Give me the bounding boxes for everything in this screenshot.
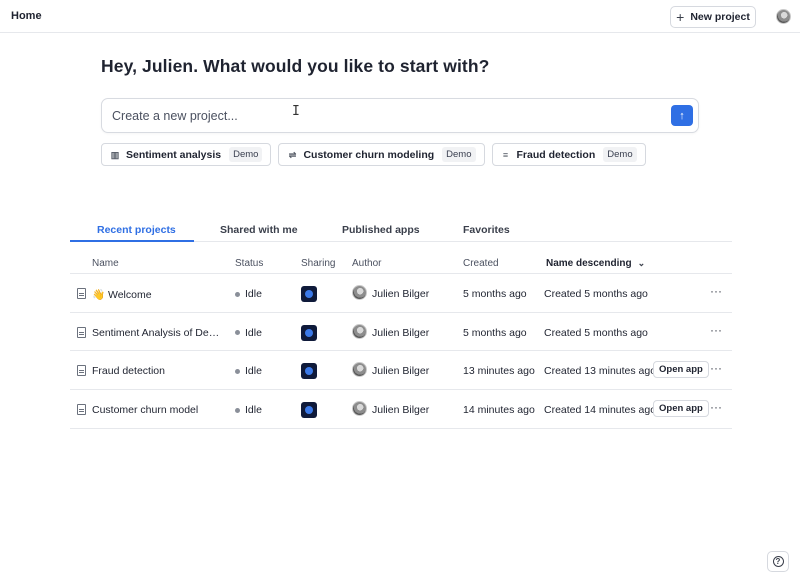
author-name: Julien Bilger	[372, 404, 430, 417]
chip-sentiment-analysis[interactable]: ▥ Sentiment analysis Demo	[101, 143, 272, 166]
demo-badge: Demo	[442, 147, 476, 162]
demo-badge: Demo	[229, 147, 263, 162]
sort-label: Name descending	[546, 258, 632, 269]
column-created[interactable]: Created	[463, 258, 499, 269]
table-row[interactable]: Fraud detection Idle Julien Bilger 13 mi…	[70, 351, 732, 391]
more-options-icon[interactable]: ···	[710, 400, 722, 414]
author-name: Julien Bilger	[372, 365, 430, 378]
created-time: 5 months ago	[463, 326, 527, 339]
open-app-button[interactable]: Open app	[653, 361, 709, 379]
sharing-icon[interactable]	[301, 402, 317, 419]
project-name[interactable]: Sentiment Analysis of Deepn...	[92, 327, 222, 339]
user-avatar[interactable]	[776, 9, 791, 24]
column-author[interactable]: Author	[352, 258, 381, 269]
sort-value: Created 13 minutes ago	[544, 365, 657, 378]
sharing-icon[interactable]	[301, 363, 317, 380]
table-row[interactable]: 👋 Welcome Idle Julien Bilger 5 months ag…	[70, 274, 732, 313]
chip-label: Fraud detection	[516, 148, 596, 161]
project-tabs: Recent projects Shared with me Published…	[70, 220, 732, 242]
database-icon: ≡	[502, 149, 509, 160]
active-tab-indicator	[70, 240, 194, 242]
status-label: Idle	[245, 288, 262, 300]
more-options-icon[interactable]: ···	[710, 361, 722, 375]
sort-value: Created 5 months ago	[544, 326, 648, 339]
help-icon: ?	[772, 556, 784, 567]
status-cell: Idle	[235, 365, 262, 377]
author-avatar	[352, 401, 367, 417]
status-cell: Idle	[235, 404, 262, 416]
arrow-up-icon: ↑	[679, 109, 685, 122]
more-options-icon[interactable]: ···	[710, 323, 722, 337]
status-cell: Idle	[235, 327, 262, 339]
open-app-button[interactable]: Open app	[653, 400, 709, 418]
project-name[interactable]: Customer churn model	[92, 404, 198, 416]
created-time: 14 minutes ago	[463, 404, 535, 417]
project-name[interactable]: Fraud detection	[92, 365, 165, 377]
status-dot	[235, 407, 240, 413]
projects-table: Name Status Sharing Author Created Name …	[70, 252, 732, 429]
document-icon	[77, 326, 86, 338]
sharing-icon[interactable]	[301, 324, 317, 341]
author-avatar	[352, 362, 367, 378]
status-cell: Idle	[235, 288, 262, 300]
flow-icon: ⇌	[288, 149, 297, 160]
status-label: Idle	[245, 365, 262, 378]
text-cursor-icon: I	[292, 104, 300, 119]
author-avatar	[352, 323, 367, 339]
new-project-label: New project	[690, 11, 750, 23]
document-icon	[77, 288, 86, 299]
table-header: Name Status Sharing Author Created Name …	[70, 252, 732, 274]
chip-label: Customer churn modeling	[303, 148, 435, 161]
plus-icon: +	[676, 9, 685, 25]
document-icon	[77, 365, 86, 377]
chevron-down-icon: ⌄	[637, 258, 646, 268]
column-status[interactable]: Status	[235, 258, 263, 269]
suggestion-chips: ▥ Sentiment analysis Demo ⇌ Customer chu…	[101, 143, 646, 166]
author-name: Julien Bilger	[372, 326, 430, 339]
status-dot	[235, 291, 240, 297]
tab-published-apps[interactable]: Published apps	[342, 224, 420, 236]
created-time: 13 minutes ago	[463, 365, 535, 378]
new-project-button[interactable]: + New project	[670, 6, 756, 28]
help-button[interactable]: ?	[767, 551, 789, 572]
page-title: Hey, Julien. What would you like to star…	[101, 56, 490, 76]
status-label: Idle	[245, 404, 262, 417]
more-options-icon[interactable]: ···	[710, 284, 722, 298]
chip-label: Sentiment analysis	[126, 148, 222, 161]
tab-favorites[interactable]: Favorites	[463, 224, 510, 236]
new-project-input[interactable]	[112, 107, 652, 125]
tab-recent-projects[interactable]: Recent projects	[97, 224, 176, 236]
status-label: Idle	[245, 326, 262, 339]
breadcrumb-home[interactable]: Home	[11, 10, 42, 22]
project-name[interactable]: 👋 Welcome	[92, 288, 152, 301]
top-bar: Home + New project	[0, 0, 800, 33]
tab-shared-with-me[interactable]: Shared with me	[220, 224, 298, 236]
chip-customer-churn-modeling[interactable]: ⇌ Customer churn modeling Demo	[278, 143, 485, 166]
sort-value: Created 14 minutes ago	[544, 404, 657, 417]
prompt-box: I ↑	[101, 98, 699, 133]
document-icon	[77, 404, 86, 416]
table-row[interactable]: Sentiment Analysis of Deepn... Idle Juli…	[70, 313, 732, 352]
sharing-icon[interactable]	[301, 286, 317, 302]
column-name[interactable]: Name	[92, 258, 119, 269]
send-button[interactable]: ↑	[671, 105, 693, 126]
demo-badge: Demo	[603, 147, 637, 162]
chart-icon: ▥	[110, 149, 120, 160]
sort-dropdown[interactable]: Name descending ⌄	[546, 258, 645, 269]
author-avatar	[352, 285, 367, 300]
status-dot	[235, 330, 240, 336]
status-dot	[235, 368, 240, 374]
created-time: 5 months ago	[463, 288, 527, 300]
sort-value: Created 5 months ago	[544, 288, 648, 300]
column-sharing[interactable]: Sharing	[301, 258, 335, 269]
table-row[interactable]: Customer churn model Idle Julien Bilger …	[70, 390, 732, 429]
author-name: Julien Bilger	[372, 288, 430, 300]
chip-fraud-detection[interactable]: ≡ Fraud detection Demo	[491, 143, 646, 166]
